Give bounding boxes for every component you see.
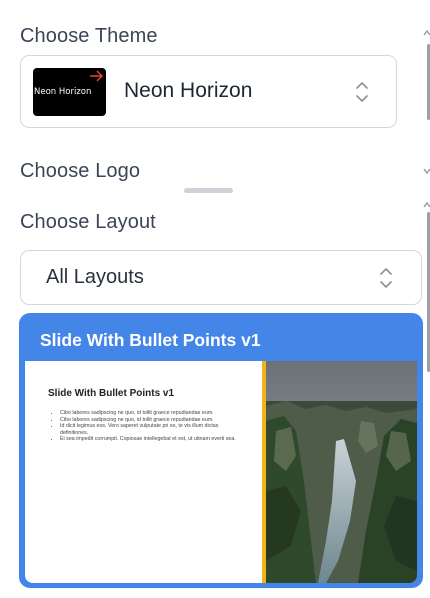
choose-layout-label: Choose Layout [20, 211, 156, 233]
chevron-up-down-icon [380, 268, 392, 288]
spark-icon [90, 70, 103, 82]
layout-filter-select[interactable]: All Layouts [20, 250, 422, 305]
choose-theme-label: Choose Theme [20, 25, 158, 47]
layout-card-title: Slide With Bullet Points v1 [40, 330, 261, 350]
theme-select[interactable]: Neon Horizon Neon Horizon [20, 55, 397, 128]
theme-thumbnail-text: Neon Horizon [34, 87, 92, 97]
theme-thumbnail: Neon Horizon [33, 68, 106, 116]
slide-bullet: Ei sea impedit corrumpit. Copiosae intel… [60, 436, 245, 443]
layout-filter-value: All Layouts [46, 266, 144, 288]
drag-handle[interactable] [184, 188, 233, 193]
canyon-photo [266, 361, 417, 583]
layout-preview: Slide With Bullet Points v1 Cibo labores… [25, 361, 417, 583]
slide-bullet: Cibo labores sadipscing ne quo, id tolli… [60, 410, 245, 417]
slide-preview-title: Slide With Bullet Points v1 [48, 388, 175, 399]
choose-logo-label: Choose Logo [20, 160, 141, 182]
slide-preview-bullets: Cibo labores sadipscing ne quo, id tolli… [60, 410, 245, 443]
theme-selected-name: Neon Horizon [124, 79, 253, 102]
chevron-up-down-icon [356, 82, 368, 102]
slide-bullet: Id dicit legimus eos. Vero saperet vulpu… [60, 423, 245, 436]
slide-content-area: Slide With Bullet Points v1 Cibo labores… [25, 361, 262, 583]
slide-bullet: Cibo labores sadipscing ne quo, id tolli… [60, 417, 245, 424]
scrollbar[interactable] [423, 0, 430, 598]
scroll-up-arrow-icon[interactable] [423, 200, 430, 210]
scroll-up-arrow-icon[interactable] [423, 28, 430, 38]
scroll-down-arrow-icon[interactable] [423, 166, 430, 176]
layout-card-slide-with-bullet-points[interactable]: Slide With Bullet Points v1 Slide With B… [19, 313, 423, 588]
